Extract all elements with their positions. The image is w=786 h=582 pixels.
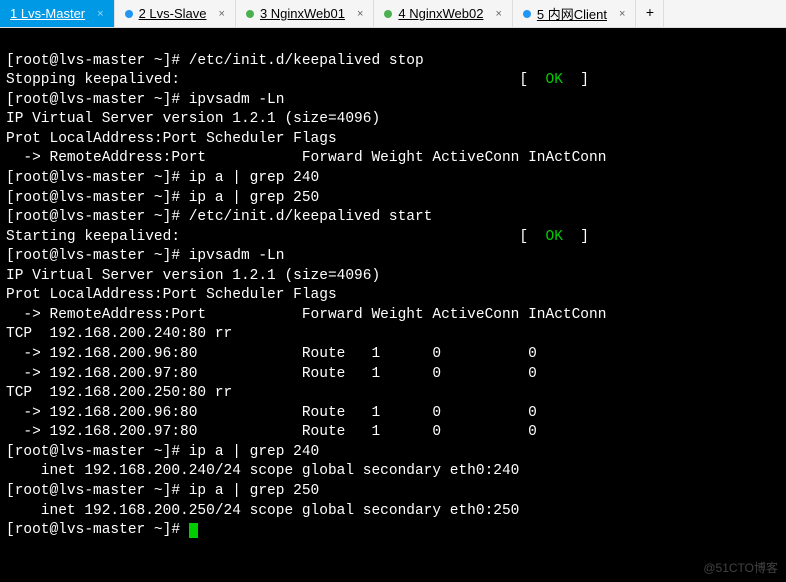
add-tab-button[interactable]: + bbox=[636, 0, 664, 27]
status-dot-icon bbox=[125, 10, 133, 18]
tab-lvs-slave[interactable]: 2 Lvs-Slave × bbox=[115, 0, 236, 27]
status-ok: OK bbox=[546, 229, 563, 245]
close-icon[interactable]: × bbox=[495, 8, 501, 20]
terminal[interactable]: [root@lvs-master ~]# /etc/init.d/keepali… bbox=[0, 28, 786, 582]
close-icon[interactable]: × bbox=[357, 8, 363, 20]
term-line: Stopping keepalived: [ OK ] bbox=[6, 72, 589, 88]
term-line: [root@lvs-master ~]# /etc/init.d/keepali… bbox=[6, 209, 432, 225]
tab-label: 1 Lvs-Master bbox=[10, 6, 85, 21]
tab-lvs-master[interactable]: 1 Lvs-Master × bbox=[0, 0, 115, 27]
tab-internal-client[interactable]: 5 内网Client × bbox=[513, 0, 637, 27]
term-line: inet 192.168.200.250/24 scope global sec… bbox=[6, 503, 519, 519]
term-line: -> 192.168.200.97:80 Route 1 0 0 bbox=[6, 366, 615, 382]
cursor-icon bbox=[189, 523, 198, 538]
tab-nginxweb02[interactable]: 4 NginxWeb02 × bbox=[374, 0, 512, 27]
term-line: -> 192.168.200.96:80 Route 1 0 0 bbox=[6, 346, 615, 362]
term-line: -> 192.168.200.96:80 Route 1 0 0 bbox=[6, 405, 615, 421]
tab-label: 3 NginxWeb01 bbox=[260, 6, 345, 21]
term-line: [root@lvs-master ~]# ip a | grep 250 bbox=[6, 190, 319, 206]
term-line: -> RemoteAddress:Port Forward Weight Act… bbox=[6, 150, 606, 166]
term-line: IP Virtual Server version 1.2.1 (size=40… bbox=[6, 268, 380, 284]
term-line: [root@lvs-master ~]# bbox=[6, 522, 198, 538]
close-icon[interactable]: × bbox=[619, 8, 625, 20]
term-line: TCP 192.168.200.250:80 rr bbox=[6, 385, 232, 401]
term-line: [root@lvs-master ~]# ip a | grep 240 bbox=[6, 170, 319, 186]
tab-label: 4 NginxWeb02 bbox=[398, 6, 483, 21]
term-line: [root@lvs-master ~]# /etc/init.d/keepali… bbox=[6, 53, 424, 69]
close-icon[interactable]: × bbox=[219, 8, 225, 20]
tab-bar: 1 Lvs-Master × 2 Lvs-Slave × 3 NginxWeb0… bbox=[0, 0, 786, 28]
term-line: Prot LocalAddress:Port Scheduler Flags bbox=[6, 131, 337, 147]
status-dot-icon bbox=[246, 10, 254, 18]
term-line: TCP 192.168.200.240:80 rr bbox=[6, 326, 232, 342]
status-ok: OK bbox=[546, 72, 563, 88]
term-line: inet 192.168.200.240/24 scope global sec… bbox=[6, 463, 519, 479]
term-line: Starting keepalived: [ OK ] bbox=[6, 229, 589, 245]
status-dot-icon bbox=[384, 10, 392, 18]
term-line: [root@lvs-master ~]# ip a | grep 240 bbox=[6, 444, 319, 460]
tab-nginxweb01[interactable]: 3 NginxWeb01 × bbox=[236, 0, 374, 27]
term-line: [root@lvs-master ~]# ipvsadm -Ln bbox=[6, 92, 284, 108]
watermark: @51CTO博客 bbox=[703, 560, 778, 576]
status-dot-icon bbox=[523, 10, 531, 18]
term-line: IP Virtual Server version 1.2.1 (size=40… bbox=[6, 111, 380, 127]
term-line: Prot LocalAddress:Port Scheduler Flags bbox=[6, 287, 337, 303]
term-line: [root@lvs-master ~]# ip a | grep 250 bbox=[6, 483, 319, 499]
term-line: [root@lvs-master ~]# ipvsadm -Ln bbox=[6, 248, 284, 264]
tab-label: 5 内网Client bbox=[537, 4, 607, 23]
close-icon[interactable]: × bbox=[97, 8, 103, 20]
tab-label: 2 Lvs-Slave bbox=[139, 6, 207, 21]
term-line: -> RemoteAddress:Port Forward Weight Act… bbox=[6, 307, 606, 323]
term-line: -> 192.168.200.97:80 Route 1 0 0 bbox=[6, 424, 615, 440]
